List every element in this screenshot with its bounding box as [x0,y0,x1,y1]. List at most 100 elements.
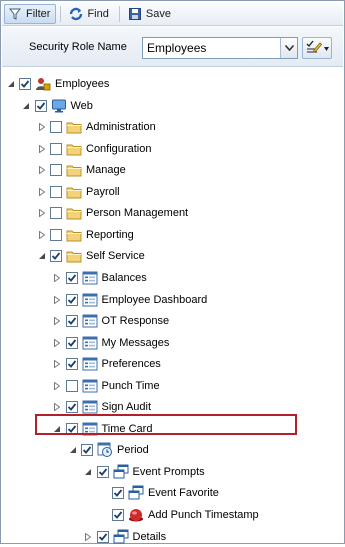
expand-arrow-icon[interactable] [53,273,62,282]
tree-node-employee-dashboard[interactable]: Employee Dashboard [53,290,207,310]
security-role-value: Employees [147,41,207,55]
expand-arrow-icon[interactable] [53,360,62,369]
tree-node-punch-time[interactable]: Punch Time [53,376,160,396]
floppy-disk-icon [128,7,142,21]
role-selector-panel: Security Role Name Employees [2,27,343,67]
tree-node-label: Web [70,99,93,112]
window-stack-icon [128,485,144,501]
expand-arrow-icon[interactable] [37,187,46,196]
edit-role-button[interactable] [302,37,332,59]
collapse-arrow-icon[interactable] [84,467,93,476]
tree-node-ot-response[interactable]: OT Response [53,311,169,331]
permission-checkbox[interactable] [50,164,62,177]
no-expander [99,489,108,498]
tree-node-label: Administration [86,121,156,134]
save-label: Save [145,7,171,20]
toolbar-divider [60,5,62,22]
role-icon [35,76,51,92]
permission-checkbox[interactable] [65,271,78,284]
tree-node-self-service[interactable]: Self Service [37,246,145,266]
tree-node-period[interactable]: Period [68,440,149,460]
tree-node-label: Punch Time [101,379,160,392]
folder-icon [66,205,82,221]
chevron-down-icon[interactable] [280,38,297,58]
tree-node-label: Details [132,530,167,543]
collapse-arrow-icon[interactable] [22,101,31,110]
folder-icon [66,141,82,157]
collapse-arrow-icon[interactable] [6,80,15,89]
folder-icon [66,162,82,178]
tree-node-employees[interactable]: Employees [6,74,109,94]
permission-checkbox[interactable] [96,465,109,478]
tree-node-administration[interactable]: Administration [37,117,156,137]
permission-checkbox[interactable] [65,401,78,414]
expand-arrow-icon[interactable] [37,123,46,132]
toolbar-divider [118,5,120,22]
tree-node-add-punch-timestamp[interactable]: Add Punch Timestamp [99,505,259,525]
form-icon [82,399,98,415]
permission-checkbox[interactable] [65,379,78,392]
window-stack-icon [113,464,129,480]
permission-checkbox[interactable] [65,293,78,306]
period-icon [97,442,113,458]
permission-checkbox[interactable] [65,336,78,349]
expand-arrow-icon[interactable] [37,144,46,153]
form-icon [82,378,98,394]
tree-node-label: Preferences [101,358,161,371]
tree-node-balances[interactable]: Balances [53,268,147,288]
security-role-label: Security Role Name [29,41,127,53]
tree-node-web[interactable]: Web [22,96,93,116]
tree-node-payroll[interactable]: Payroll [37,182,120,202]
permission-checkbox[interactable] [81,444,93,457]
tree-node-event-favorite[interactable]: Event Favorite [99,483,219,503]
tree-node-label: Payroll [86,185,120,198]
filter-button[interactable]: Filter [4,3,57,24]
expand-arrow-icon[interactable] [53,403,62,412]
expand-arrow-icon[interactable] [37,230,46,239]
form-icon [82,356,98,372]
monitor-icon [51,98,67,114]
permission-checkbox[interactable] [50,207,62,220]
expand-arrow-icon[interactable] [53,317,62,326]
permission-checkbox[interactable] [50,228,62,241]
find-button[interactable]: Find [65,4,114,24]
expand-arrow-icon[interactable] [53,295,62,304]
permission-checkbox[interactable] [96,530,109,543]
expand-arrow-icon[interactable] [53,338,62,347]
tree-node-label: Manage [86,164,126,177]
permission-checkbox[interactable] [34,99,47,112]
tree-node-label: Period [117,444,149,457]
expand-arrow-icon[interactable] [37,209,46,218]
tree-node-preferences[interactable]: Preferences [53,354,161,374]
filter-label: Filter [26,7,51,20]
tree-node-person-management[interactable]: Person Management [37,203,188,223]
permission-checkbox[interactable] [112,509,124,521]
save-button[interactable]: Save [124,4,177,24]
permission-checkbox[interactable] [112,487,124,500]
tree-node-manage[interactable]: Manage [37,160,126,180]
toolbar: Filter Find Save [2,2,343,26]
collapse-arrow-icon[interactable] [37,252,46,261]
tree-node-label: Event Favorite [148,487,219,500]
permission-checkbox[interactable] [65,358,78,371]
permission-checkbox[interactable] [50,185,62,198]
permission-checkbox[interactable] [65,315,78,328]
permission-checkbox[interactable] [50,250,62,263]
window-stack-icon [113,529,129,545]
tree-node-my-messages[interactable]: My Messages [53,333,170,353]
tree-node-event-prompts[interactable]: Event Prompts [84,462,205,482]
expand-arrow-icon[interactable] [53,381,62,390]
permission-checkbox[interactable] [19,78,31,90]
tree-node-configuration[interactable]: Configuration [37,139,151,159]
folder-icon [66,184,82,200]
expand-arrow-icon[interactable] [37,166,46,175]
tree-node-label: My Messages [101,336,170,349]
permission-checkbox[interactable] [50,142,62,155]
permission-tree: Employees Web Administration Configuration M… [2,68,343,545]
security-role-dropdown[interactable]: Employees [142,37,298,59]
collapse-arrow-icon[interactable] [68,446,77,455]
permission-checkbox[interactable] [50,121,62,134]
expand-arrow-icon[interactable] [84,532,93,541]
form-icon [82,292,98,308]
tree-node-reporting[interactable]: Reporting [37,225,134,245]
